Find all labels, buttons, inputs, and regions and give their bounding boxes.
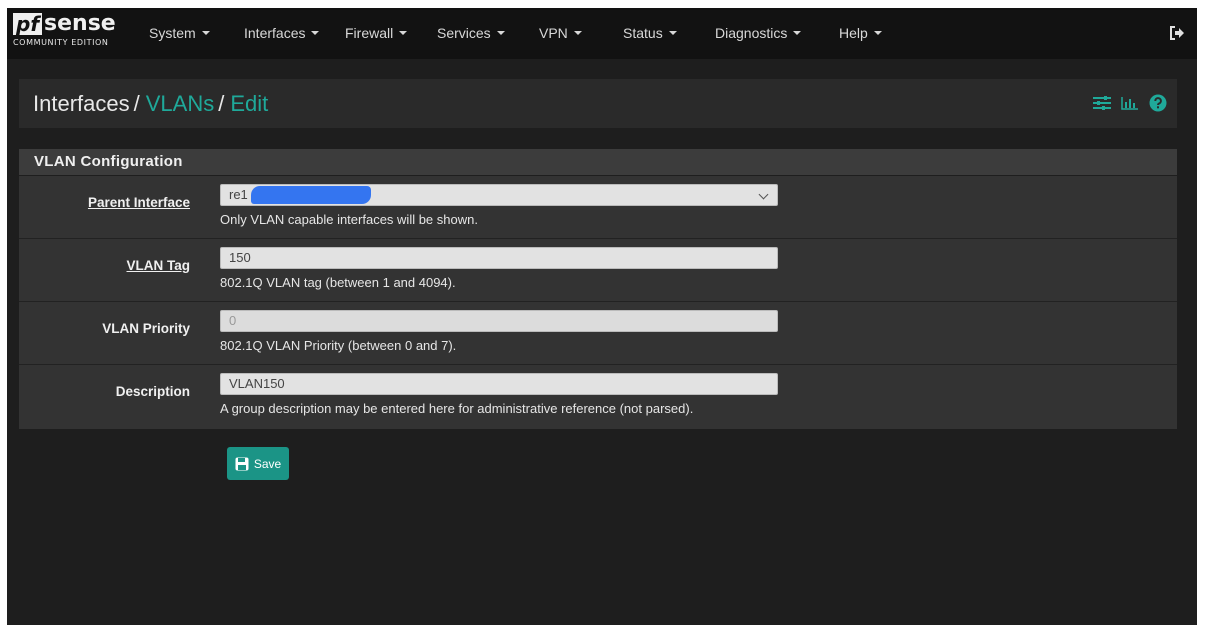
save-button[interactable]: Save	[227, 447, 289, 480]
header-actions	[1083, 94, 1167, 112]
top-navbar: pf sense COMMUNITY EDITION System Interfa…	[7, 8, 1197, 59]
description-input[interactable]: VLAN150	[220, 373, 778, 395]
panel-title: VLAN Configuration	[19, 149, 1177, 176]
app-window: pf sense COMMUNITY EDITION System Interfa…	[7, 8, 1197, 625]
breadcrumb-separator: /	[218, 91, 225, 116]
bar-chart-icon[interactable]	[1121, 96, 1139, 110]
form-row-description: Description VLAN150 A group description …	[19, 365, 1177, 427]
nav-firewall-label: Firewall	[345, 25, 394, 41]
nav-services-label: Services	[437, 25, 491, 41]
nav-system-label: System	[149, 25, 196, 41]
vlan-tag-help: 802.1Q VLAN tag (between 1 and 4094).	[220, 275, 456, 290]
caret-down-icon	[496, 31, 505, 35]
nav-diagnostics[interactable]: Diagnostics	[715, 25, 802, 41]
vlan-priority-help: 802.1Q VLAN Priority (between 0 and 7).	[220, 338, 457, 353]
page-header: Interfaces / VLANs / Edit	[19, 79, 1177, 128]
chevron-down-icon	[758, 189, 769, 200]
nav-status-label: Status	[623, 25, 663, 41]
vlan-configuration-panel: VLAN Configuration Parent Interface re1 …	[19, 149, 1177, 429]
caret-down-icon	[668, 31, 677, 35]
breadcrumb-separator: /	[133, 91, 140, 116]
parent-interface-help: Only VLAN capable interfaces will be sho…	[220, 212, 478, 227]
caret-down-icon	[399, 31, 408, 35]
nav-help-label: Help	[839, 25, 868, 41]
caret-down-icon	[573, 31, 582, 35]
nav-status[interactable]: Status	[623, 25, 677, 41]
vlan-tag-input[interactable]: 150	[220, 247, 778, 269]
vlan-tag-label[interactable]: VLAN Tag	[127, 258, 191, 273]
vlan-priority-label: VLAN Priority	[102, 321, 190, 336]
nav-vpn-label: VPN	[539, 25, 568, 41]
caret-down-icon	[873, 31, 882, 35]
breadcrumb-interfaces: Interfaces	[33, 91, 130, 116]
nav-interfaces[interactable]: Interfaces	[244, 25, 320, 41]
nav-system[interactable]: System	[149, 25, 210, 41]
sign-out-icon[interactable]	[1169, 25, 1185, 41]
redaction-mark	[251, 186, 371, 204]
pfsense-logo[interactable]: pf sense COMMUNITY EDITION	[13, 13, 133, 57]
breadcrumb: Interfaces / VLANs / Edit	[33, 91, 268, 117]
save-icon	[235, 457, 249, 471]
sliders-icon[interactable]	[1093, 96, 1111, 110]
description-label: Description	[115, 384, 190, 399]
caret-down-icon	[311, 31, 320, 35]
caret-down-icon	[201, 31, 210, 35]
form-row-vlan-priority: VLAN Priority 0 802.1Q VLAN Priority (be…	[19, 302, 1177, 365]
nav-interfaces-label: Interfaces	[244, 25, 306, 41]
question-circle-icon[interactable]	[1149, 94, 1167, 112]
breadcrumb-vlans-link[interactable]: VLANs	[146, 91, 214, 116]
parent-interface-select[interactable]: re1	[220, 184, 778, 206]
nav-firewall[interactable]: Firewall	[345, 25, 408, 41]
nav-help[interactable]: Help	[839, 25, 882, 41]
logo-edition: COMMUNITY EDITION	[13, 38, 109, 47]
form-row-parent-interface: Parent Interface re1 Only VLAN capable i…	[19, 176, 1177, 239]
logo-sense: sense	[44, 11, 116, 36]
nav-services[interactable]: Services	[437, 25, 505, 41]
form-row-vlan-tag: VLAN Tag 150 802.1Q VLAN tag (between 1 …	[19, 239, 1177, 302]
nav-vpn[interactable]: VPN	[539, 25, 582, 41]
nav-diagnostics-label: Diagnostics	[715, 25, 788, 41]
breadcrumb-edit-link[interactable]: Edit	[230, 91, 268, 116]
caret-down-icon	[793, 31, 802, 35]
save-label: Save	[253, 456, 282, 471]
parent-interface-value: re1	[229, 187, 248, 202]
vlan-priority-input[interactable]: 0	[220, 310, 778, 332]
logo-pf: pf	[13, 13, 43, 35]
description-help: A group description may be entered here …	[220, 401, 694, 416]
parent-interface-label[interactable]: Parent Interface	[88, 195, 190, 210]
